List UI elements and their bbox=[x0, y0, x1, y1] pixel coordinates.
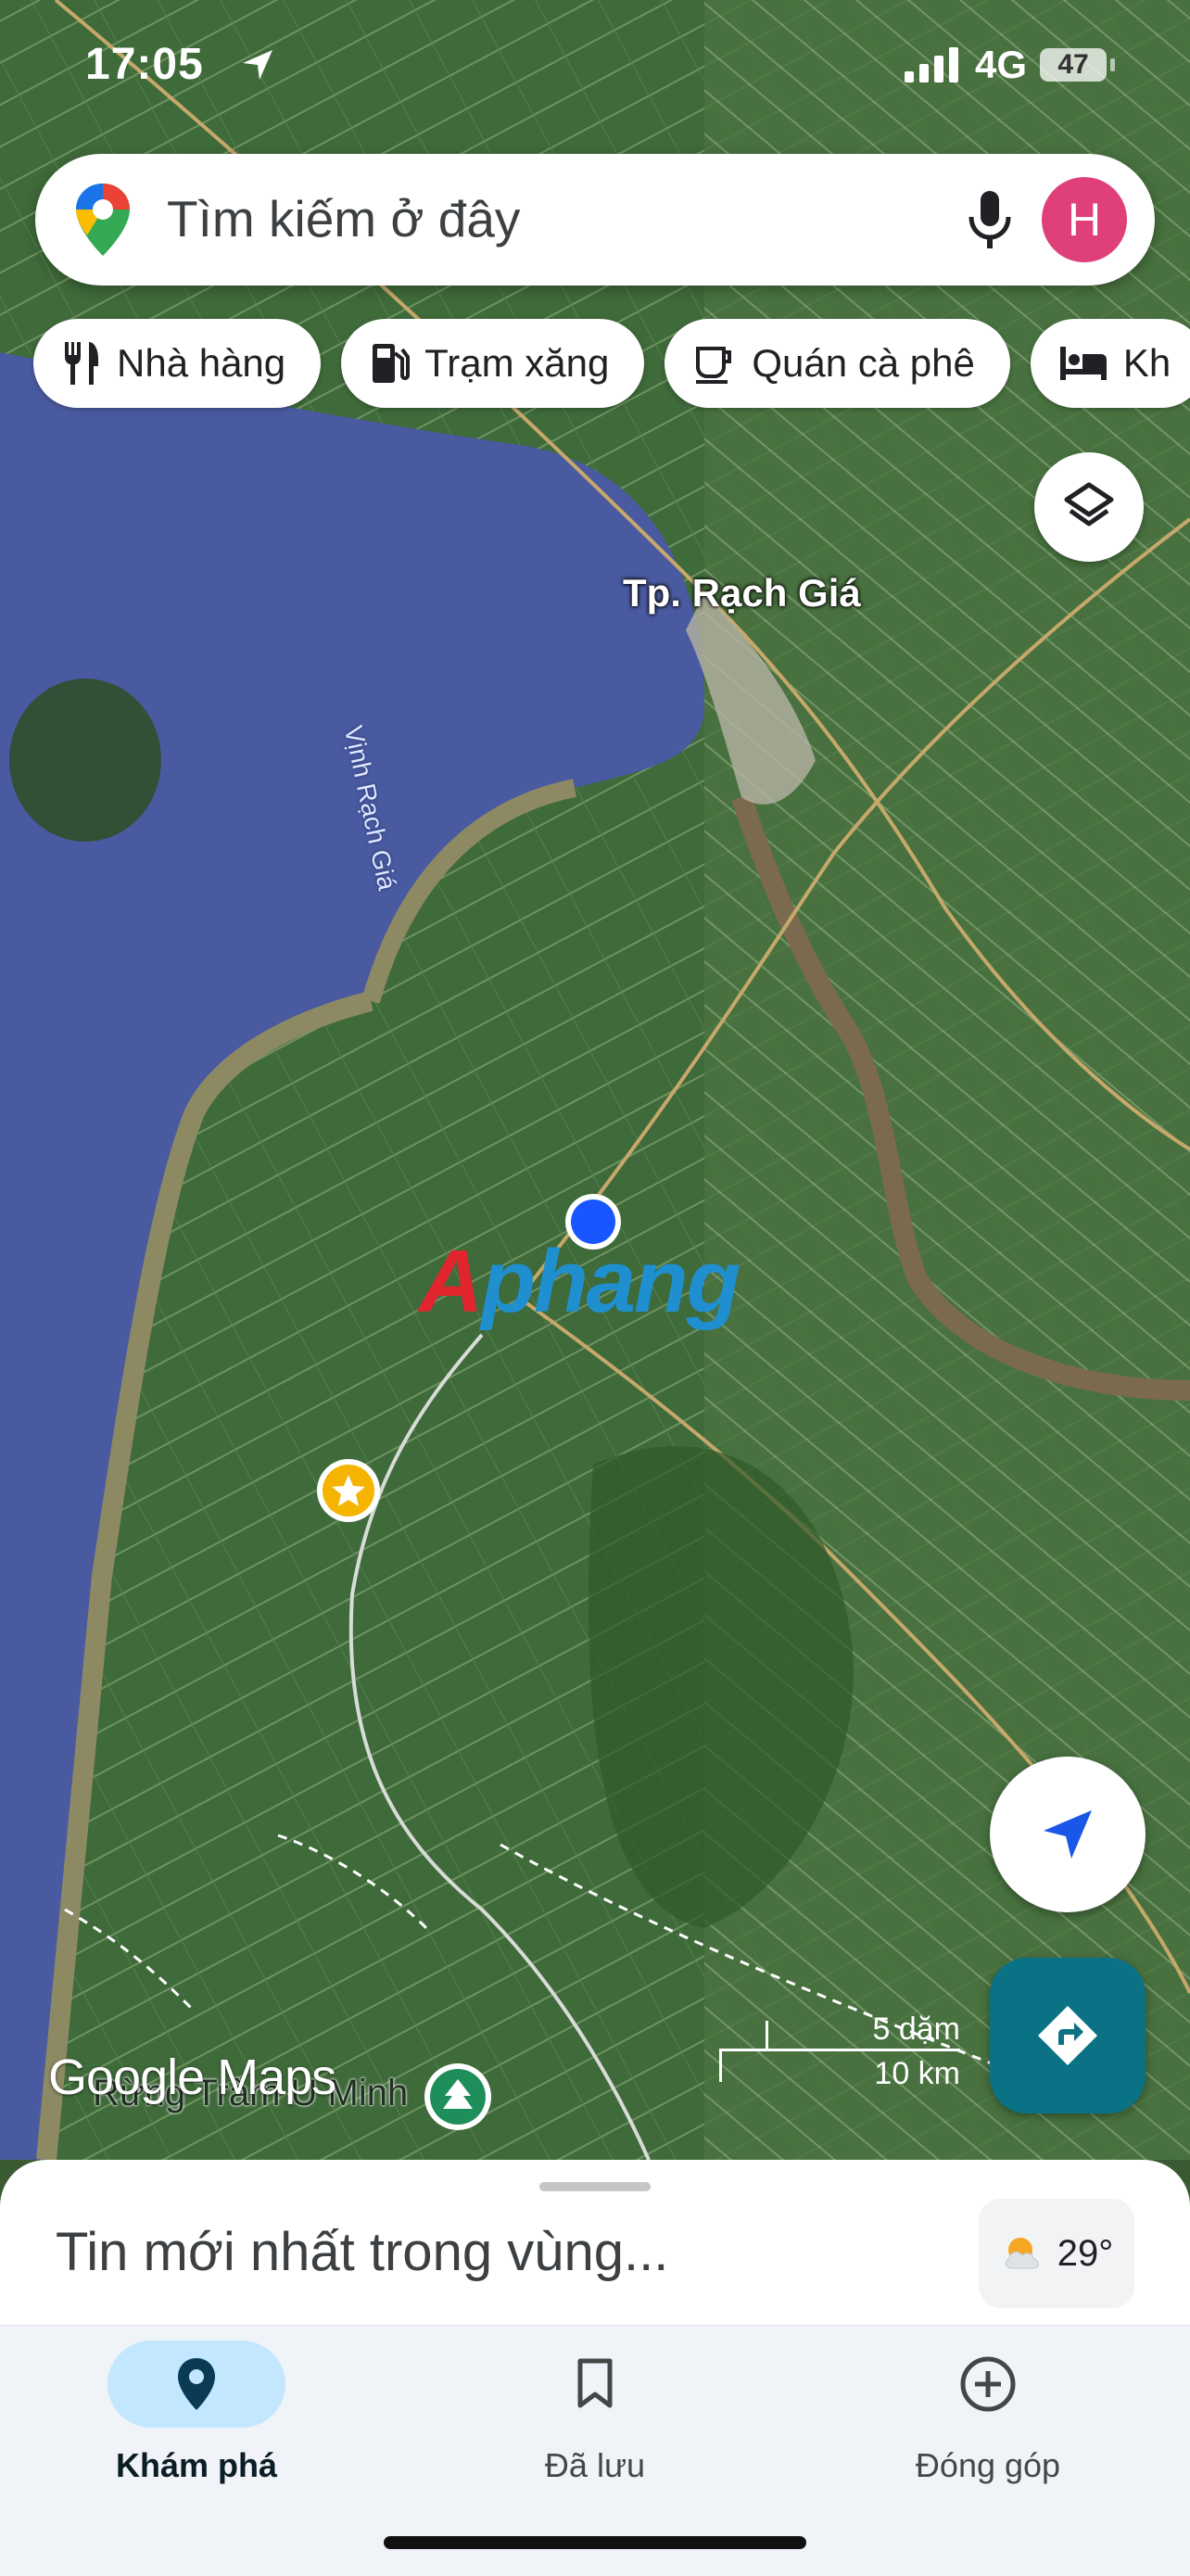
chip-label: Quán cà phê bbox=[752, 341, 975, 385]
battery-icon: 47 bbox=[1040, 48, 1115, 82]
scale-km: 10 km bbox=[874, 2056, 960, 2091]
sheet-title[interactable]: Tin mới nhất trong vùng... bbox=[56, 2221, 668, 2283]
chip-hotels[interactable]: Kh bbox=[1030, 319, 1190, 408]
chip-label: Kh bbox=[1122, 341, 1171, 385]
directions-button[interactable] bbox=[990, 1958, 1146, 2113]
google-maps-logo: Google Maps bbox=[48, 2049, 336, 2106]
nav-contribute[interactable]: Đóng góp bbox=[849, 2341, 1127, 2485]
battery-level: 47 bbox=[1057, 49, 1089, 80]
watermark: Aphang bbox=[419, 1231, 741, 1333]
city-label[interactable]: Tp. Rạch Giá bbox=[623, 571, 861, 615]
partly-cloudy-icon bbox=[1005, 2238, 1039, 2269]
directions-icon bbox=[1038, 2006, 1097, 2065]
nav-label: Đã lưu bbox=[544, 2446, 646, 2484]
avatar-initial: H bbox=[1067, 194, 1102, 246]
map-scale: 5 dặm 10 km bbox=[719, 2011, 961, 2091]
nav-saved[interactable]: Đã lưu bbox=[456, 2341, 734, 2485]
nav-contribute-icon-wrap bbox=[899, 2341, 1077, 2428]
signal-icon bbox=[904, 47, 958, 82]
layers-icon bbox=[1064, 482, 1114, 527]
microphone-icon[interactable] bbox=[962, 187, 1018, 252]
watermark-rest: phang bbox=[481, 1232, 741, 1331]
weather-chip[interactable]: 29° bbox=[979, 2199, 1134, 2308]
status-indicators: 4G 47 bbox=[904, 43, 1115, 87]
search-input[interactable]: Tìm kiếm ở đây bbox=[167, 189, 520, 248]
status-bar: 17:05 4G 47 bbox=[0, 0, 1190, 139]
chip-restaurants[interactable]: Nhà hàng bbox=[33, 319, 322, 408]
sheet-drag-handle[interactable] bbox=[539, 2182, 651, 2191]
temperature: 29° bbox=[1057, 2232, 1114, 2274]
location-arrow-icon bbox=[243, 50, 272, 80]
brand-text: Google Maps bbox=[48, 2049, 336, 2105]
location-pin-icon bbox=[178, 2358, 215, 2410]
fork-knife-icon bbox=[65, 342, 98, 385]
bottom-sheet[interactable]: Tin mới nhất trong vùng... 29° bbox=[0, 2160, 1190, 2345]
account-avatar[interactable]: H bbox=[1042, 177, 1127, 262]
category-chips: Nhà hàng Trạm xăng Quán cà phê Kh bbox=[33, 319, 1190, 408]
scale-miles: 5 dặm bbox=[872, 2011, 961, 2047]
add-circle-icon bbox=[960, 2356, 1016, 2412]
coffee-cup-icon bbox=[696, 347, 732, 384]
scale-tick-km bbox=[719, 2049, 722, 2082]
network-type: 4G bbox=[974, 43, 1027, 86]
watermark-first-letter: A bbox=[419, 1232, 483, 1331]
nav-label: Đóng góp bbox=[915, 2446, 1061, 2484]
layers-button[interactable] bbox=[1034, 452, 1144, 562]
bed-icon bbox=[1059, 347, 1107, 380]
home-indicator[interactable] bbox=[384, 2536, 806, 2549]
nav-label: Khám phá bbox=[115, 2446, 278, 2484]
scale-tick-miles bbox=[766, 2021, 768, 2050]
chip-label: Nhà hàng bbox=[117, 341, 286, 385]
status-time: 17:05 bbox=[85, 40, 204, 89]
chip-coffee[interactable]: Quán cà phê bbox=[665, 319, 1010, 408]
my-location-button[interactable] bbox=[990, 1757, 1146, 1912]
nav-explore-highlight bbox=[108, 2341, 285, 2428]
nav-explore[interactable]: Khám phá bbox=[57, 2341, 335, 2485]
search-bar[interactable]: Tìm kiếm ở đây H bbox=[35, 154, 1155, 286]
bookmark-icon bbox=[577, 2358, 613, 2408]
google-maps-pin-icon bbox=[76, 184, 130, 256]
scale-bar bbox=[719, 2049, 960, 2051]
nav-saved-icon-wrap bbox=[506, 2341, 684, 2428]
chip-label: Trạm xăng bbox=[424, 341, 610, 385]
gas-station-icon bbox=[373, 344, 411, 383]
chip-gas-stations[interactable]: Trạm xăng bbox=[341, 319, 645, 408]
navigation-arrow-icon bbox=[1044, 1810, 1092, 1859]
